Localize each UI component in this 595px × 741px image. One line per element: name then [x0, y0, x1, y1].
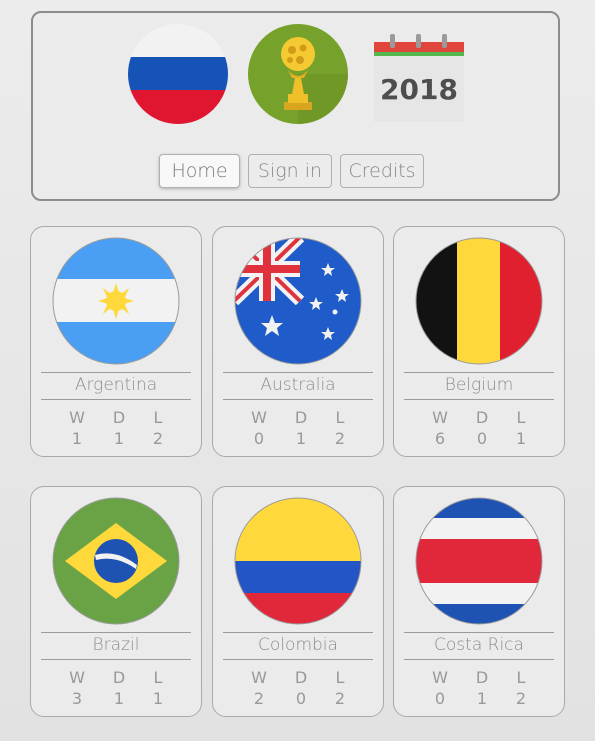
australia-flag-icon	[234, 237, 362, 365]
wins-header: W	[432, 668, 448, 687]
divider	[404, 659, 554, 660]
losses-value: 1	[515, 429, 527, 448]
team-card-brazil[interactable]: Brazil W 3 D 1 L 1	[30, 486, 202, 717]
draws-header: D	[294, 408, 308, 427]
divider	[41, 659, 191, 660]
home-button[interactable]: Home	[159, 154, 240, 188]
calendar-icon: 2018	[368, 24, 468, 124]
divider	[404, 399, 554, 400]
wins-header: W	[69, 408, 85, 427]
brazil-flag-icon	[52, 497, 180, 625]
losses-header: L	[153, 408, 163, 427]
team-name: Costa Rica	[434, 635, 524, 655]
header-panel: 2018 Home Sign in Credits	[31, 11, 560, 201]
wins-value: 1	[71, 429, 83, 448]
divider	[41, 372, 191, 373]
wins-value: 2	[253, 689, 265, 708]
wins-header: W	[432, 408, 448, 427]
argentina-flag-icon	[52, 237, 180, 365]
belgium-flag-icon	[415, 237, 543, 365]
draws-header: D	[475, 668, 489, 687]
wins-value: 0	[434, 689, 446, 708]
losses-value: 1	[152, 689, 164, 708]
divider	[223, 632, 373, 633]
divider	[223, 399, 373, 400]
losses-value: 2	[152, 429, 164, 448]
draws-header: D	[475, 408, 489, 427]
team-card-argentina[interactable]: Argentina W 1 D 1 L 2	[30, 226, 202, 457]
world-cup-trophy-icon	[248, 24, 348, 124]
draws-value: 1	[113, 429, 125, 448]
losses-value: 2	[334, 429, 346, 448]
wins-value: 3	[71, 689, 83, 708]
losses-header: L	[516, 408, 526, 427]
costa-rica-flag-icon	[415, 497, 543, 625]
draws-value: 1	[476, 689, 488, 708]
draws-value: 0	[476, 429, 488, 448]
wins-header: W	[251, 668, 267, 687]
draws-value: 1	[295, 429, 307, 448]
draws-header: D	[294, 668, 308, 687]
losses-value: 2	[515, 689, 527, 708]
divider	[223, 659, 373, 660]
sign-in-button[interactable]: Sign in	[248, 154, 332, 188]
divider	[41, 632, 191, 633]
team-card-costa-rica[interactable]: Costa Rica W 0 D 1 L 2	[393, 486, 565, 717]
team-name: Australia	[260, 375, 336, 395]
wins-value: 6	[434, 429, 446, 448]
wins-value: 0	[253, 429, 265, 448]
team-name: Colombia	[258, 635, 338, 655]
losses-header: L	[153, 668, 163, 687]
losses-header: L	[335, 408, 345, 427]
credits-button[interactable]: Credits	[340, 154, 424, 188]
draws-header: D	[112, 668, 126, 687]
losses-value: 2	[334, 689, 346, 708]
team-name: Brazil	[92, 635, 140, 655]
losses-header: L	[335, 668, 345, 687]
colombia-flag-icon	[234, 497, 362, 625]
team-name: Argentina	[74, 375, 158, 395]
wins-header: W	[251, 408, 267, 427]
team-card-belgium[interactable]: Belgium W 6 D 0 L 1	[393, 226, 565, 457]
draws-value: 1	[113, 689, 125, 708]
calendar-year-label: 2018	[380, 73, 458, 106]
draws-header: D	[112, 408, 126, 427]
divider	[404, 372, 554, 373]
divider	[41, 399, 191, 400]
divider	[223, 372, 373, 373]
draws-value: 0	[295, 689, 307, 708]
team-card-colombia[interactable]: Colombia W 2 D 0 L 2	[212, 486, 384, 717]
team-card-australia[interactable]: Australia W 0 D 1 L 2	[212, 226, 384, 457]
losses-header: L	[516, 668, 526, 687]
divider	[404, 632, 554, 633]
wins-header: W	[69, 668, 85, 687]
team-name: Belgium	[444, 375, 514, 395]
russia-flag-icon	[128, 24, 228, 124]
